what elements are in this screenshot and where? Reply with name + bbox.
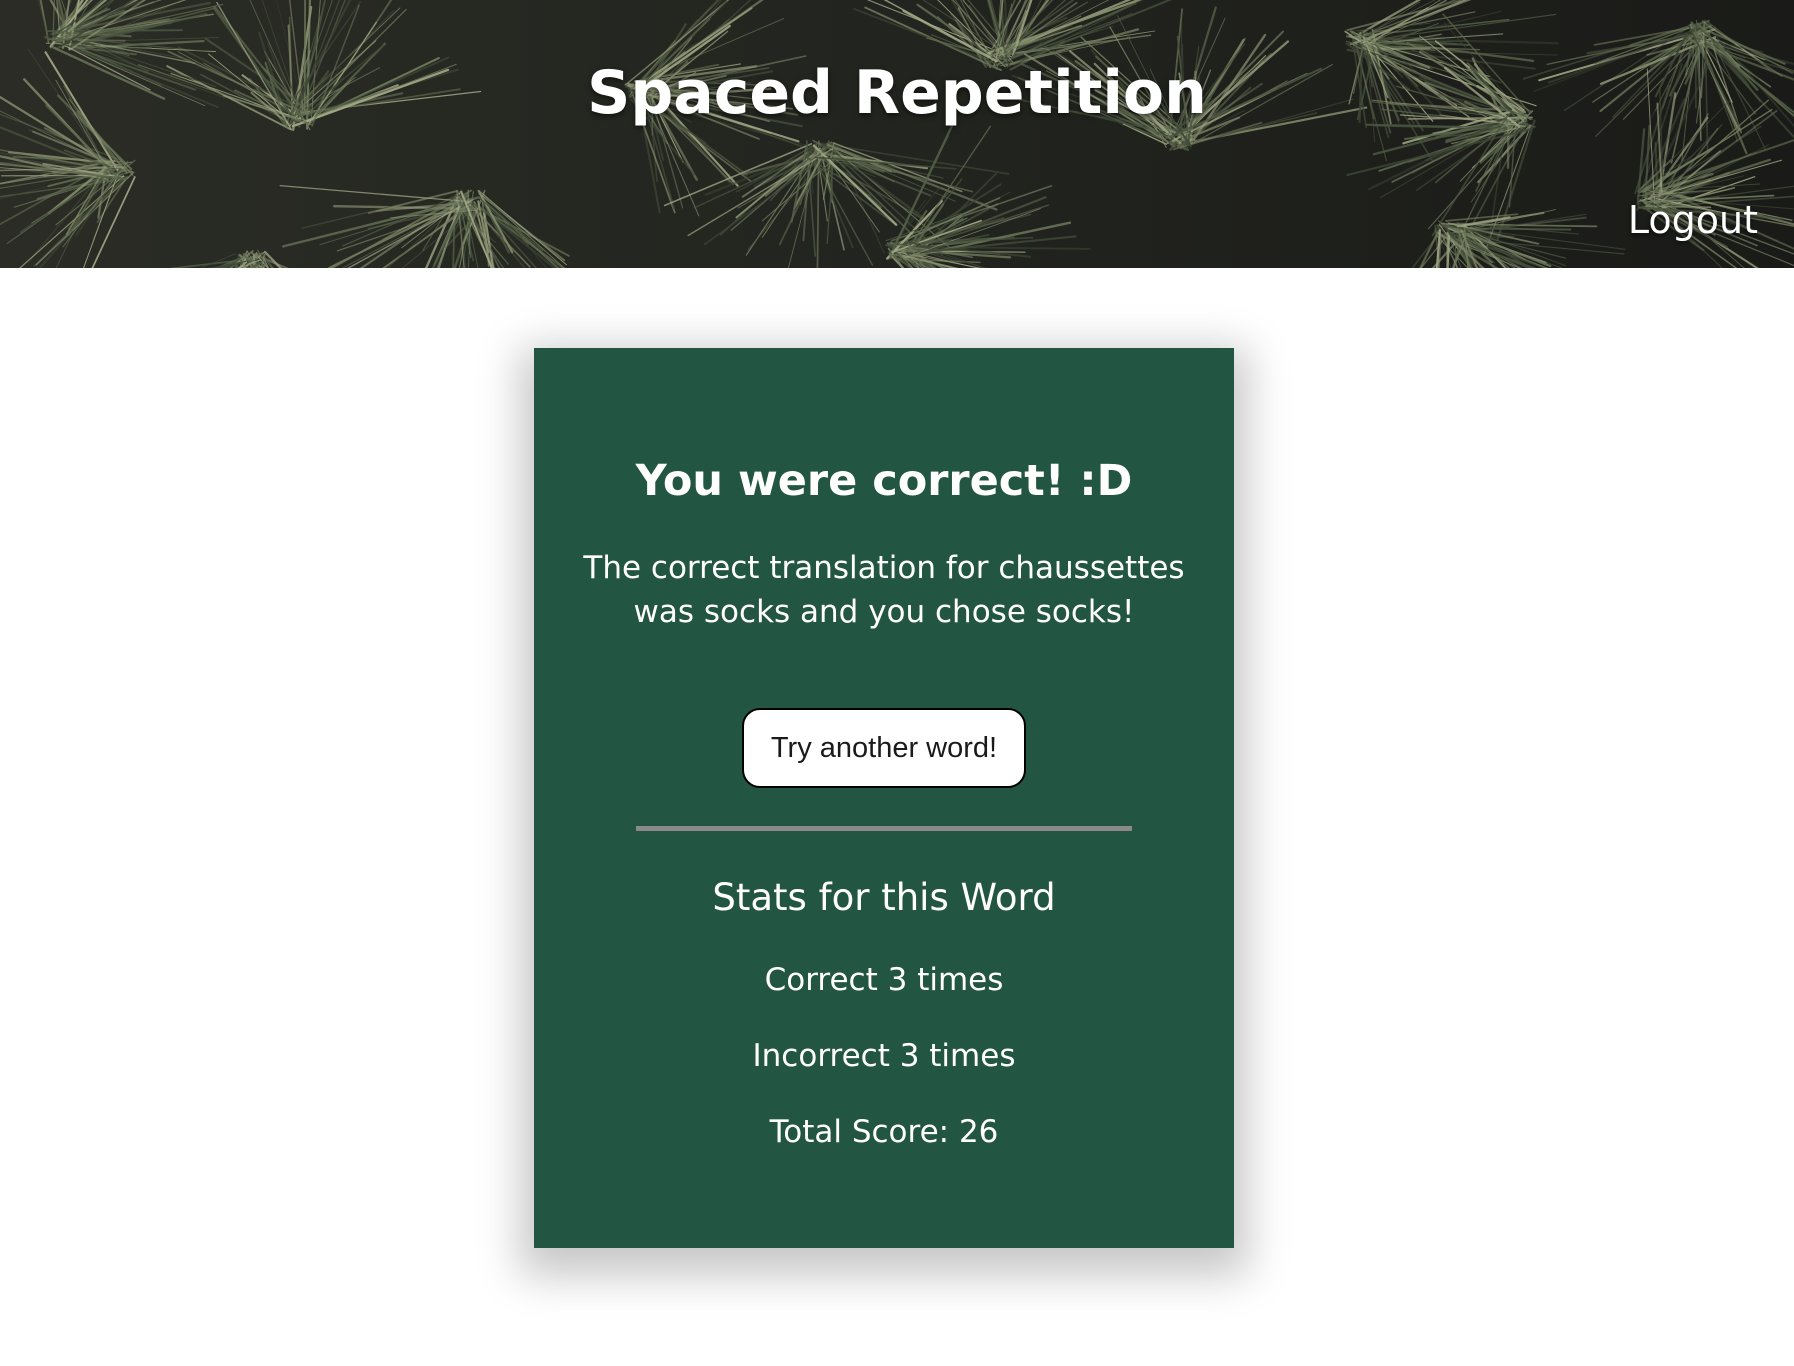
logout-link[interactable]: Logout xyxy=(1628,198,1758,242)
try-another-word-button[interactable]: Try another word! xyxy=(742,708,1026,788)
result-heading: You were correct! :D xyxy=(635,456,1133,506)
result-card: You were correct! :D The correct transla… xyxy=(534,348,1234,1248)
divider xyxy=(636,826,1132,831)
header-banner: Spaced Repetition Logout xyxy=(0,0,1794,268)
app-title: Spaced Repetition xyxy=(587,58,1207,128)
stats-heading: Stats for this Word xyxy=(712,876,1056,919)
stat-incorrect-count: Incorrect 3 times xyxy=(752,1038,1016,1074)
result-message: The correct translation for chaussettes … xyxy=(583,550,1185,630)
stat-total-score: Total Score: 26 xyxy=(769,1114,999,1150)
stat-correct-count: Correct 3 times xyxy=(764,962,1004,998)
pine-branches-background xyxy=(0,0,1794,268)
main-content: You were correct! :D The correct transla… xyxy=(0,268,1794,1366)
